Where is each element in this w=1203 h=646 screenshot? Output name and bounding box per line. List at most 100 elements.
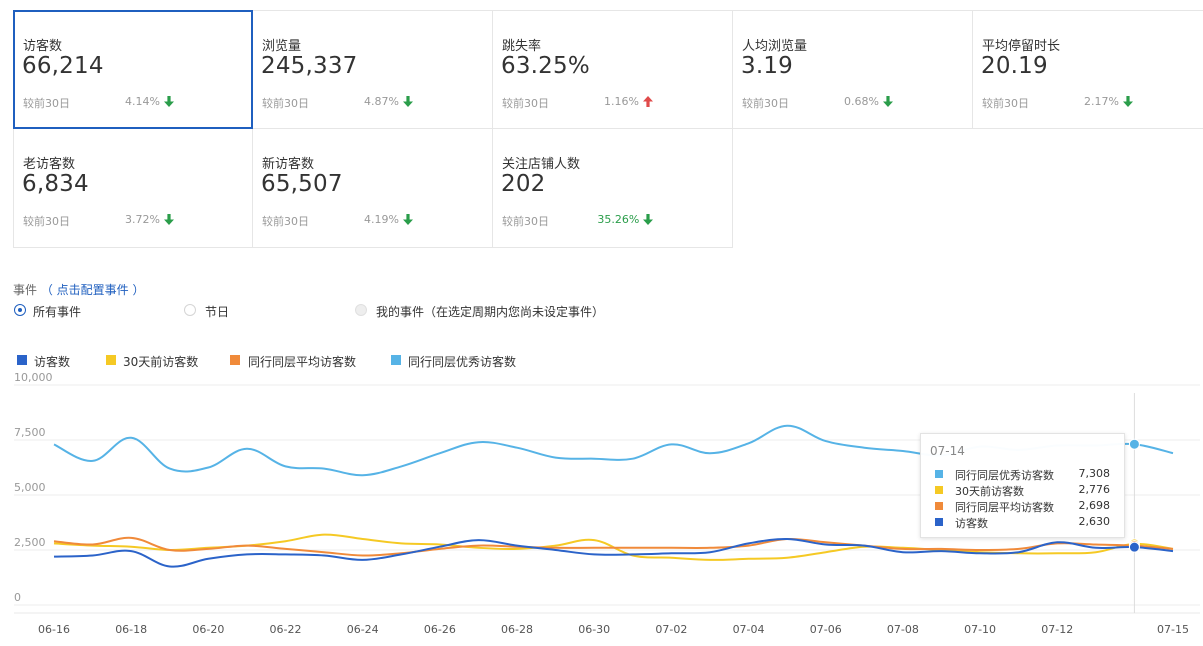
legend-label[interactable]: 同行同层平均访客数 <box>248 353 356 370</box>
arrow-down-icon <box>1123 96 1133 107</box>
tooltip-series-value: 2,698 <box>1078 499 1111 512</box>
arrow-up-icon <box>643 96 653 107</box>
legend-label[interactable]: 同行同层优秀访客数 <box>408 353 516 370</box>
x-tick-label: 07-15 <box>1157 623 1189 636</box>
series-line-visitors <box>53 537 1174 568</box>
y-tick-label: 10,000 <box>14 371 53 384</box>
event-radio <box>355 304 367 316</box>
x-tick-label: 06-20 <box>192 623 224 636</box>
metric-value: 63.25% <box>501 53 590 79</box>
metric-value: 6,834 <box>22 171 89 197</box>
metric-label: 浏览量 <box>262 39 302 54</box>
tooltip-series-name: 同行同层平均访客数 <box>955 501 1054 514</box>
legend-swatch[interactable] <box>391 355 401 365</box>
x-tick-label: 07-02 <box>655 623 687 636</box>
metric-label: 访客数 <box>23 39 63 54</box>
change-percent: 2.17% <box>1084 95 1119 108</box>
metric-card[interactable]: 人均浏览量 3.19 较前30日 0.68% <box>733 10 973 129</box>
metric-value: 3.19 <box>741 53 794 79</box>
compare-period-label: 较前30日 <box>502 97 549 110</box>
metric-card[interactable]: 访客数 66,214 较前30日 4.14% <box>13 10 253 129</box>
x-tick-label: 07-10 <box>964 623 996 636</box>
metric-cards: 访客数 66,214 较前30日 4.14% 浏览量 245,337 较前30日 4.87% 跳… <box>13 10 1203 250</box>
tooltip-row: 访客数 2,630 <box>933 514 1118 530</box>
metric-value: 20.19 <box>981 53 1048 79</box>
x-tick-label: 06-30 <box>578 623 610 636</box>
x-tick-label: 07-12 <box>1041 623 1073 636</box>
arrow-down-icon <box>164 214 174 225</box>
change-percent: 0.68% <box>844 95 879 108</box>
metric-label: 人均浏览量 <box>742 39 808 54</box>
highlight-point <box>1128 541 1140 553</box>
tooltip-series-value: 2,776 <box>1078 483 1111 496</box>
metric-card[interactable]: 平均停留时长 20.19 较前30日 2.17% <box>973 10 1203 129</box>
legend-label[interactable]: 访客数 <box>34 353 70 370</box>
metric-card[interactable]: 老访客数 6,834 较前30日 3.72% <box>13 129 253 248</box>
arrow-down-icon <box>164 96 174 107</box>
compare-period-label: 较前30日 <box>262 97 309 110</box>
highlight-point <box>1128 438 1140 450</box>
metric-label: 老访客数 <box>23 157 76 172</box>
metric-card[interactable]: 浏览量 245,337 较前30日 4.87% <box>253 10 493 129</box>
compare-period-label: 较前30日 <box>982 97 1029 110</box>
metric-card[interactable]: 关注店铺人数 202 较前30日 35.26% <box>493 129 733 248</box>
tooltip-swatch <box>935 518 943 526</box>
y-tick-label: 2,500 <box>14 536 46 549</box>
x-tick-label: 07-08 <box>887 623 919 636</box>
metric-label: 跳失率 <box>502 39 542 54</box>
x-tick-label: 06-26 <box>424 623 456 636</box>
x-tick-label: 06-22 <box>270 623 302 636</box>
arrow-down-icon <box>643 214 653 225</box>
metric-card[interactable]: 跳失率 63.25% 较前30日 1.16% <box>493 10 733 129</box>
x-tick-label: 07-04 <box>733 623 765 636</box>
legend-label[interactable]: 30天前访客数 <box>123 353 198 370</box>
metric-value: 66,214 <box>22 53 104 79</box>
change-percent: 4.19% <box>364 213 399 226</box>
tooltip-series-value: 7,308 <box>1078 467 1111 480</box>
change-percent: 3.72% <box>125 213 160 226</box>
arrow-down-icon <box>403 96 413 107</box>
tooltip-swatch <box>935 470 943 478</box>
tooltip-row: 同行同层优秀访客数 7,308 <box>933 466 1118 482</box>
change-percent: 1.16% <box>604 95 639 108</box>
legend-swatch[interactable] <box>230 355 240 365</box>
metric-card[interactable]: 新访客数 65,507 较前30日 4.19% <box>253 129 493 248</box>
compare-period-label: 较前30日 <box>23 215 70 228</box>
metric-value: 65,507 <box>261 171 343 197</box>
tooltip-date: 07-14 <box>930 444 965 458</box>
metric-label: 新访客数 <box>262 157 315 172</box>
change-percent: 4.87% <box>364 95 399 108</box>
compare-period-label: 较前30日 <box>502 215 549 228</box>
compare-period-label: 较前30日 <box>262 215 309 228</box>
event-radio-label[interactable]: 节日 <box>205 303 229 320</box>
events-label: 事件 （ 点击配置事件 ） <box>13 281 144 298</box>
y-tick-label: 7,500 <box>14 426 46 439</box>
y-tick-label: 5,000 <box>14 481 46 494</box>
event-radio[interactable] <box>184 304 196 316</box>
event-radio[interactable] <box>14 304 26 316</box>
compare-period-label: 较前30日 <box>742 97 789 110</box>
chart-tooltip: 07-14 同行同层优秀访客数 7,308 30天前访客数 2,776 同行同层平均访客… <box>920 433 1125 538</box>
tooltip-row: 30天前访客数 2,776 <box>933 482 1118 498</box>
configure-events-link[interactable]: （ 点击配置事件 ） <box>41 283 145 297</box>
x-tick-label: 06-16 <box>38 623 70 636</box>
legend-swatch[interactable] <box>106 355 116 365</box>
metric-label: 平均停留时长 <box>982 39 1061 54</box>
tooltip-row: 同行同层平均访客数 2,698 <box>933 498 1118 514</box>
x-tick-label: 06-24 <box>347 623 379 636</box>
event-radio-label[interactable]: 所有事件 <box>33 303 81 320</box>
x-tick-label: 06-18 <box>115 623 147 636</box>
x-tick-label: 07-06 <box>810 623 842 636</box>
arrow-down-icon <box>403 214 413 225</box>
tooltip-series-name: 30天前访客数 <box>955 485 1024 498</box>
tooltip-series-value: 2,630 <box>1078 515 1111 528</box>
events-title: 事件 <box>13 283 38 297</box>
event-radio-label[interactable]: 我的事件（在选定周期内您尚未设定事件） <box>376 303 604 320</box>
tooltip-swatch <box>935 486 943 494</box>
metric-value: 245,337 <box>261 53 358 79</box>
metric-label: 关注店铺人数 <box>502 157 581 172</box>
legend-swatch[interactable] <box>17 355 27 365</box>
tooltip-swatch <box>935 502 943 510</box>
chart-legend: 访客数 30天前访客数 同行同层平均访客数 同行同层优秀访客数 <box>0 352 1203 370</box>
y-tick-label: 0 <box>14 591 21 604</box>
